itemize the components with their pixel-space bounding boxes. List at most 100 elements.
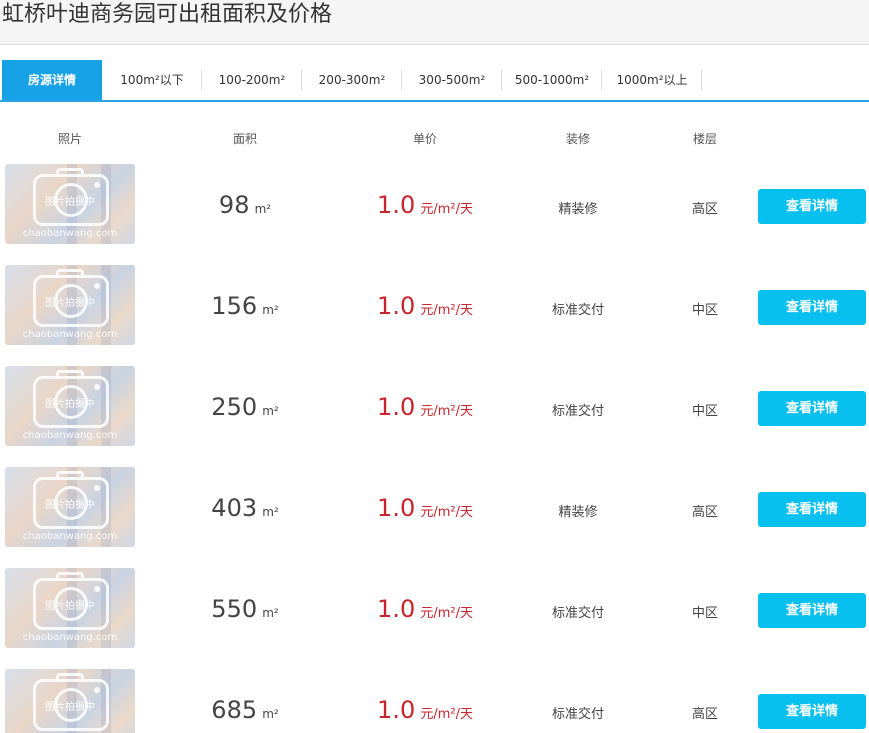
price-value: 1.0: [377, 595, 416, 623]
floor-value: 中区: [691, 404, 718, 419]
listing-photo[interactable]: 图片拍摄中 chaobanwang.com: [5, 467, 135, 547]
photo-placeholder-text: 图片拍摄中: [45, 399, 95, 410]
decoration-value: 标准交付: [551, 606, 604, 621]
price-cell: 1.0 元/m²/天: [345, 493, 505, 523]
decoration-value: 标准交付: [551, 707, 604, 722]
photo-placeholder-text: 图片拍摄中: [45, 298, 95, 309]
camera-flash-shape: [94, 182, 100, 188]
decoration-value: 标准交付: [551, 303, 604, 318]
camera-top-shape: [56, 168, 84, 176]
view-details-button[interactable]: 查看详情: [758, 694, 866, 729]
camera-top-shape: [56, 673, 84, 681]
price-value: 1.0: [377, 292, 416, 320]
area-cell: 403 m²: [175, 493, 315, 523]
header-area: 面积: [232, 132, 257, 146]
floor-value: 中区: [691, 606, 718, 621]
table-row: 图片拍摄中 chaobanwang.com 685 m² 1.0 元/m²/天 …: [0, 669, 869, 733]
price-value: 1.0: [377, 191, 416, 219]
camera-flash-shape: [94, 687, 100, 693]
price-cell: 1.0 元/m²/天: [345, 291, 505, 321]
header-photo: 照片: [57, 132, 82, 146]
camera-flash-shape: [94, 384, 100, 390]
tab-200-300[interactable]: 200-300m²: [302, 60, 402, 100]
tab-divider: [701, 70, 702, 90]
area-cell: 250 m²: [175, 392, 315, 422]
photo-placeholder-text: 图片拍摄中: [45, 702, 95, 713]
floor-value: 高区: [691, 505, 718, 520]
photo-placeholder-text: 图片拍摄中: [45, 197, 95, 208]
price-value: 1.0: [377, 696, 416, 724]
tab-500-1000[interactable]: 500-1000m²: [502, 60, 602, 100]
photo-watermark: chaobanwang.com: [22, 228, 118, 239]
area-value: 156: [211, 292, 258, 320]
area-value: 550: [211, 595, 258, 623]
view-details-button[interactable]: 查看详情: [758, 492, 866, 527]
floor-value: 高区: [691, 202, 718, 217]
table-row: 图片拍摄中 chaobanwang.com 250 m² 1.0 元/m²/天 …: [0, 366, 869, 447]
table-row: 图片拍摄中 chaobanwang.com 98 m² 1.0 元/m²/天 精…: [0, 164, 869, 245]
area-filter-tabs: 房源详情 100m²以下 100-200m² 200-300m² 300-500…: [0, 60, 869, 102]
area-value: 685: [211, 696, 258, 724]
camera-top-shape: [56, 572, 84, 580]
listing-photo[interactable]: 图片拍摄中 chaobanwang.com: [5, 568, 135, 648]
photo-watermark: chaobanwang.com: [22, 531, 118, 542]
camera-top-shape: [56, 370, 84, 378]
decoration-value: 精装修: [558, 202, 598, 217]
photo-watermark: chaobanwang.com: [22, 329, 118, 340]
area-cell: 685 m²: [175, 695, 315, 725]
listing-photo[interactable]: 图片拍摄中 chaobanwang.com: [5, 164, 135, 244]
price-cell: 1.0 元/m²/天: [345, 695, 505, 725]
photo-placeholder-text: 图片拍摄中: [45, 601, 95, 612]
area-value: 403: [211, 494, 258, 522]
tab-under-100[interactable]: 100m²以下: [102, 60, 202, 100]
area-unit: m²: [262, 707, 279, 721]
price-unit: 元/m²/天: [420, 606, 473, 621]
view-details-button[interactable]: 查看详情: [758, 593, 866, 628]
page-title: 虹桥叶迪商务园可出租面积及价格: [2, 2, 333, 27]
tab-100-200[interactable]: 100-200m²: [202, 60, 302, 100]
price-unit: 元/m²/天: [420, 404, 473, 419]
listing-photo[interactable]: 图片拍摄中 chaobanwang.com: [5, 366, 135, 446]
area-value: 250: [211, 393, 258, 421]
table-row: 图片拍摄中 chaobanwang.com 156 m² 1.0 元/m²/天 …: [0, 265, 869, 346]
decoration-value: 精装修: [558, 505, 598, 520]
camera-flash-shape: [94, 283, 100, 289]
camera-flash-shape: [94, 485, 100, 491]
view-details-button[interactable]: 查看详情: [758, 189, 866, 224]
camera-top-shape: [56, 269, 84, 277]
header-floor: 楼层: [692, 132, 717, 146]
page-header: 虹桥叶迪商务园可出租面积及价格: [0, 0, 869, 45]
view-details-button[interactable]: 查看详情: [758, 290, 866, 325]
price-unit: 元/m²/天: [420, 505, 473, 520]
listing-photo[interactable]: 图片拍摄中 chaobanwang.com: [5, 669, 135, 733]
price-cell: 1.0 元/m²/天: [345, 392, 505, 422]
decoration-value: 标准交付: [551, 404, 604, 419]
photo-watermark: chaobanwang.com: [22, 632, 118, 643]
view-details-button[interactable]: 查看详情: [758, 391, 866, 426]
area-value: 98: [218, 191, 250, 219]
area-unit: m²: [254, 202, 272, 216]
price-cell: 1.0 元/m²/天: [345, 190, 505, 220]
tab-300-500[interactable]: 300-500m²: [402, 60, 502, 100]
table-row: 图片拍摄中 chaobanwang.com 550 m² 1.0 元/m²/天 …: [0, 568, 869, 649]
area-unit: m²: [262, 505, 279, 519]
area-cell: 98 m²: [175, 190, 315, 220]
price-value: 1.0: [377, 494, 416, 522]
price-cell: 1.0 元/m²/天: [345, 594, 505, 624]
photo-watermark: chaobanwang.com: [22, 430, 118, 441]
price-unit: 元/m²/天: [420, 202, 473, 217]
floor-value: 中区: [691, 303, 718, 318]
area-cell: 550 m²: [175, 594, 315, 624]
table-row: 图片拍摄中 chaobanwang.com 403 m² 1.0 元/m²/天 …: [0, 467, 869, 548]
price-unit: 元/m²/天: [420, 303, 473, 318]
area-cell: 156 m²: [175, 291, 315, 321]
tab-listing-details[interactable]: 房源详情: [2, 60, 102, 100]
area-unit: m²: [262, 303, 279, 317]
camera-flash-shape: [94, 586, 100, 592]
header-decoration: 装修: [565, 132, 590, 146]
floor-value: 高区: [691, 707, 718, 722]
tab-over-1000[interactable]: 1000m²以上: [602, 60, 702, 100]
area-unit: m²: [262, 404, 279, 418]
price-unit: 元/m²/天: [420, 707, 473, 722]
listing-photo[interactable]: 图片拍摄中 chaobanwang.com: [5, 265, 135, 345]
